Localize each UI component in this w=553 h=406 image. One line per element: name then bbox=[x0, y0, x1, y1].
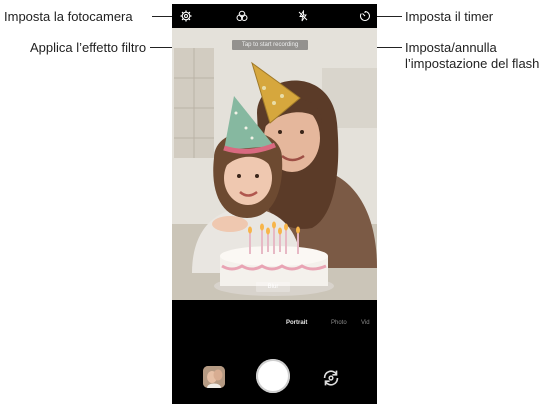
callout-flash-line2: l’impostazione del flash bbox=[405, 56, 540, 71]
callout-settings-label: Imposta la fotocamera bbox=[4, 9, 133, 24]
preview-photo bbox=[172, 28, 377, 300]
gear-icon[interactable] bbox=[178, 8, 194, 24]
callout-flash-line1: Imposta/annulla bbox=[405, 40, 497, 55]
mode-photo[interactable]: Photo bbox=[331, 320, 347, 326]
camera-hint-tooltip: Tap to start recording bbox=[232, 40, 308, 50]
camera-mode-bar: Portrait Photo Vid bbox=[172, 300, 377, 338]
camera-screen: Tap to start recording Blur Portrait Pho… bbox=[172, 4, 377, 404]
callout-flash-label: Imposta/annulla l’impostazione del flash bbox=[405, 40, 539, 72]
mode-portrait[interactable]: Portrait bbox=[286, 320, 307, 326]
gallery-thumbnail[interactable] bbox=[203, 366, 225, 388]
flash-off-icon[interactable] bbox=[295, 8, 311, 24]
filter-icon[interactable] bbox=[234, 8, 250, 24]
blur-chip[interactable]: Blur bbox=[256, 282, 290, 292]
timer-icon[interactable] bbox=[357, 8, 373, 24]
callout-timer-label: Imposta il timer bbox=[405, 9, 494, 24]
camera-controls bbox=[172, 338, 377, 404]
shutter-button[interactable] bbox=[256, 359, 290, 393]
callout-filter-label: Applica l’effetto filtro bbox=[30, 40, 147, 55]
switch-camera-icon[interactable] bbox=[320, 367, 342, 389]
camera-preview[interactable]: Tap to start recording Blur bbox=[172, 28, 377, 300]
mode-video[interactable]: Vid bbox=[361, 320, 370, 326]
camera-top-bar bbox=[172, 4, 377, 28]
